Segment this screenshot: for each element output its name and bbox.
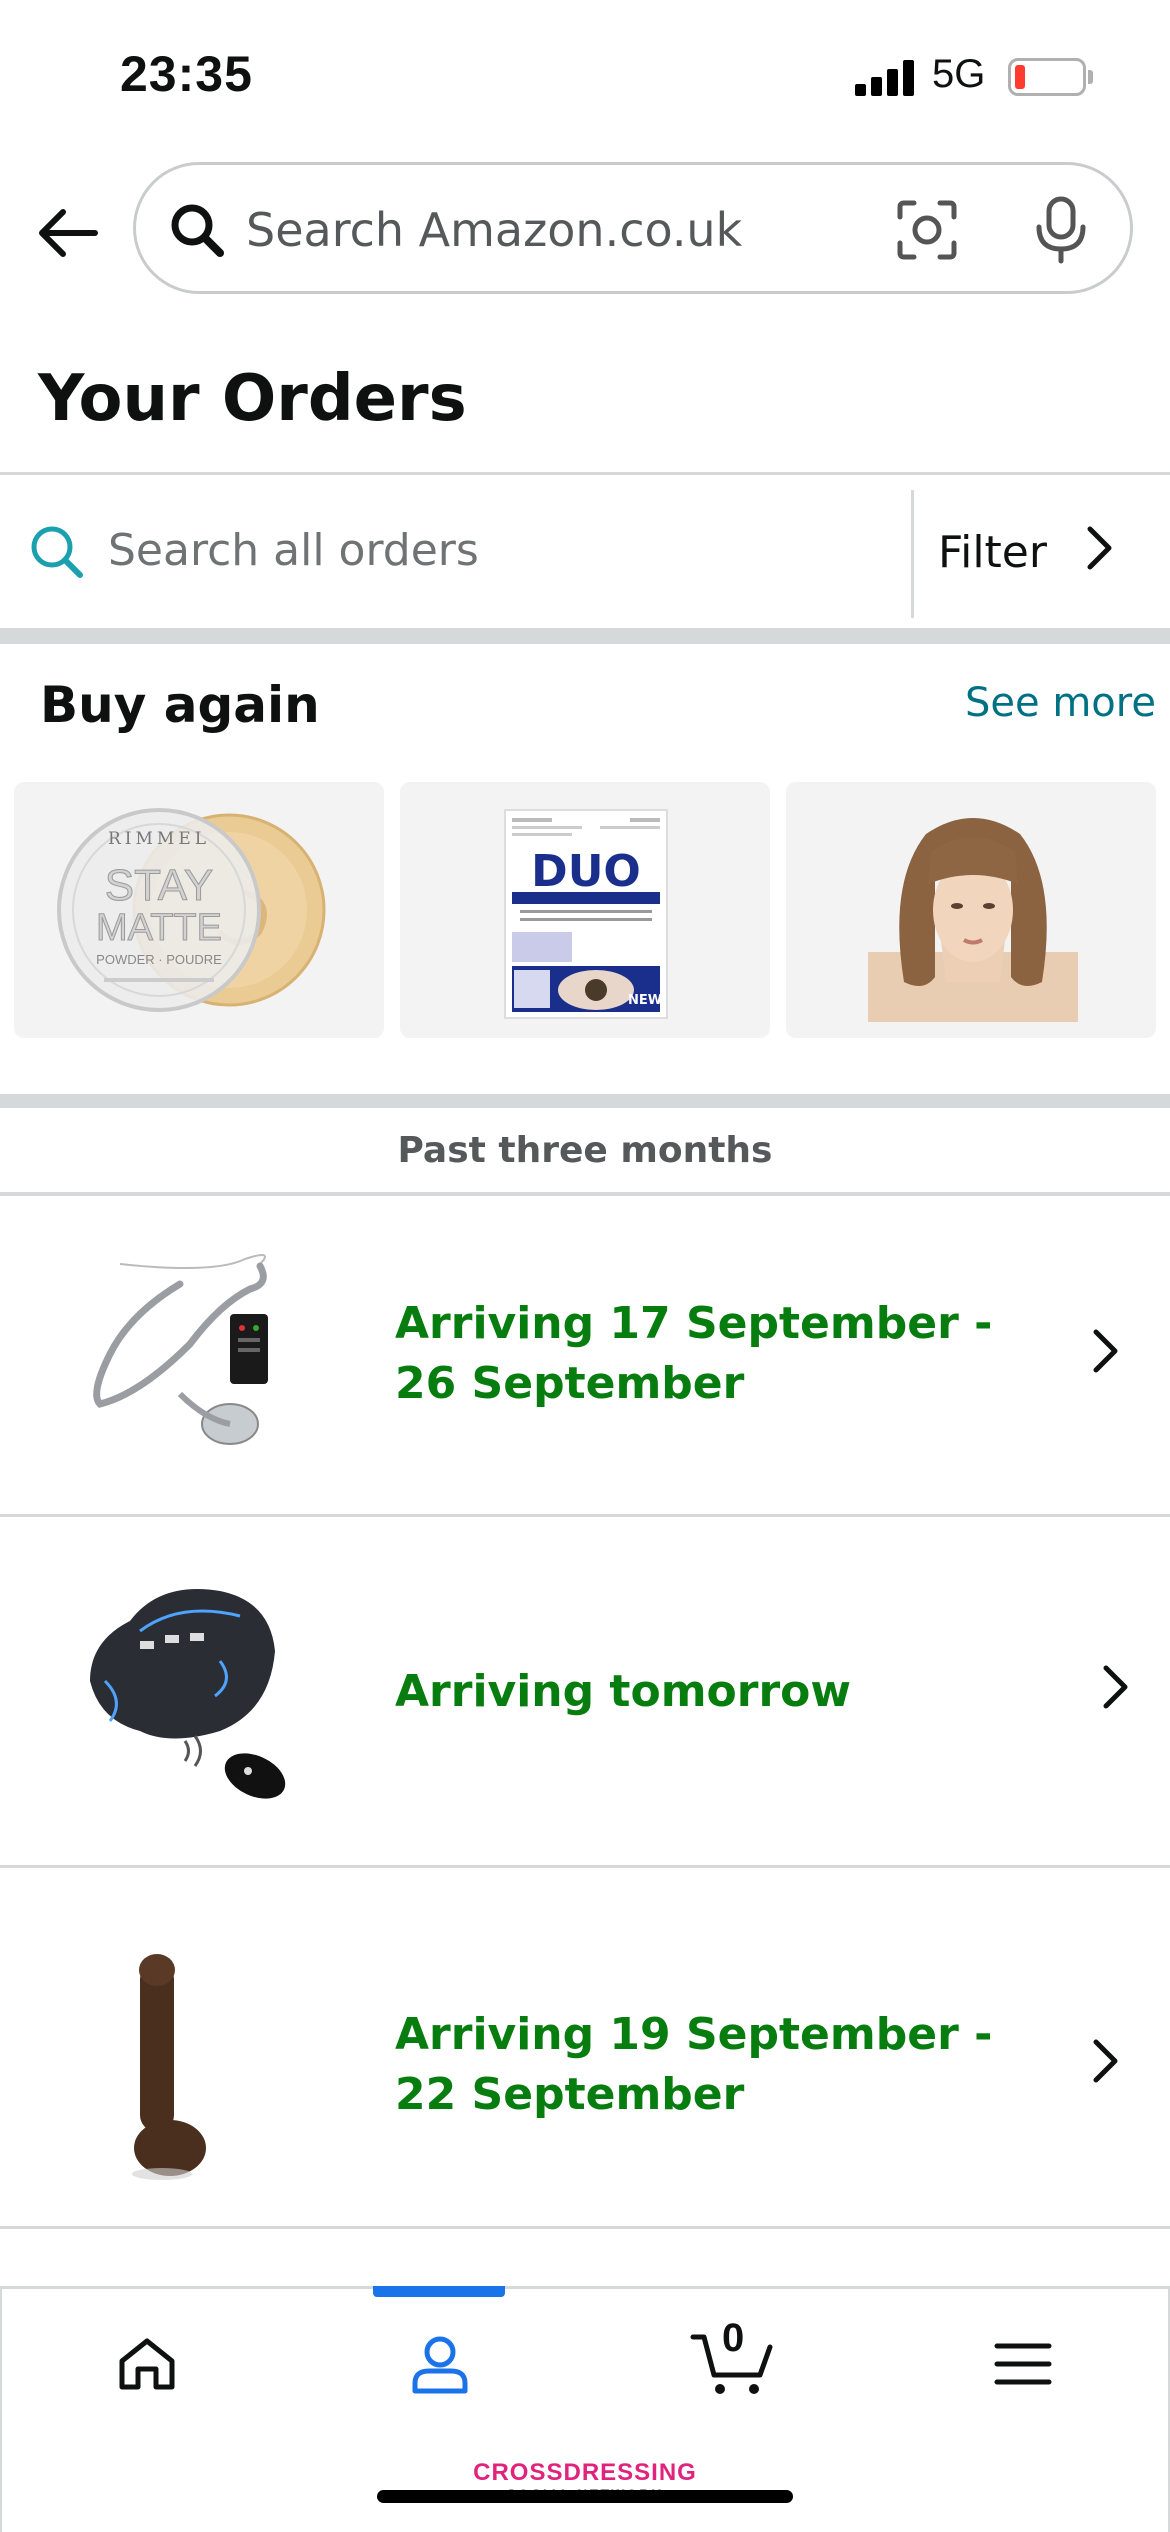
- product-image: [868, 818, 1078, 1022]
- order-row[interactable]: Arriving 17 September - 26 September: [0, 1196, 1170, 1514]
- nav-menu[interactable]: [968, 2318, 1078, 2410]
- search-icon: [171, 204, 224, 257]
- battery-tip: [1088, 70, 1093, 84]
- search-icon: [31, 526, 83, 578]
- menu-icon: [994, 2343, 1052, 2385]
- back-button[interactable]: [30, 195, 105, 270]
- buy-again-item-wig[interactable]: [786, 782, 1156, 1038]
- order-status: Arriving tomorrow: [395, 1666, 852, 1717]
- powder-line3: POWDER · POUDRE: [96, 952, 222, 967]
- order-image: [90, 1589, 286, 1799]
- watermark-main: CROSSDRESSING: [473, 2459, 697, 2486]
- page-title: Your Orders: [38, 362, 467, 436]
- network-label: 5G: [932, 52, 986, 96]
- chevron-right-icon: [1103, 1665, 1128, 1709]
- order-row[interactable]: Arriving tomorrow: [0, 1517, 1170, 1865]
- divider: [0, 2226, 1170, 2229]
- arrow-left-icon: [38, 208, 98, 257]
- powder-line2: MATTE: [96, 907, 222, 949]
- chevron-right-icon: [1093, 1329, 1118, 1373]
- status-time: 23:35: [120, 46, 253, 102]
- nav-account[interactable]: [385, 2318, 495, 2410]
- order-status: Arriving 19 September - 22 September: [395, 2009, 993, 2120]
- status-bar: 23:35 5G: [0, 0, 1170, 150]
- home-indicator: [377, 2490, 793, 2503]
- nav-home[interactable]: [92, 2318, 202, 2410]
- microphone-icon[interactable]: [1031, 195, 1091, 265]
- buy-again-item-powder[interactable]: RIMMEL STAY MATTE POWDER · POUDRE: [14, 782, 384, 1038]
- home-icon: [119, 2338, 175, 2390]
- account-icon: [412, 2336, 468, 2394]
- order-row[interactable]: Arriving 19 September - 22 September: [0, 1868, 1170, 2226]
- active-tab-indicator: [373, 2286, 505, 2297]
- chevron-right-icon: [1087, 526, 1112, 570]
- filter-button[interactable]: Filter: [914, 475, 1170, 625]
- powder-brand-text: RIMMEL: [108, 829, 210, 849]
- filter-label: Filter: [938, 527, 1047, 578]
- order-image: [132, 1954, 206, 2180]
- product-image: RIMMEL STAY MATTE POWDER · POUDRE: [57, 808, 326, 1012]
- section-header: Past three months: [397, 1130, 773, 1171]
- product-image: DUO NEW: [504, 809, 668, 1019]
- section-divider: [0, 628, 1170, 644]
- order-search-input[interactable]: [108, 517, 888, 583]
- see-more-link[interactable]: See more: [965, 680, 1156, 726]
- order-status: Arriving 17 September - 26 September: [395, 1298, 993, 1409]
- search-bar[interactable]: [133, 162, 1133, 294]
- search-input[interactable]: [246, 195, 906, 265]
- powder-line1: STAY: [105, 861, 213, 910]
- buy-again-title: Buy again: [40, 676, 320, 734]
- battery-icon: [1008, 58, 1086, 96]
- signal-icon: [855, 58, 915, 96]
- section-divider: [0, 1094, 1170, 1108]
- lash-badge: NEW: [628, 993, 662, 1008]
- camera-search-icon[interactable]: [896, 199, 958, 261]
- buy-again-item-lash-glue[interactable]: DUO NEW: [400, 782, 770, 1038]
- order-image: [93, 1254, 268, 1445]
- lash-brand-text: DUO: [531, 846, 641, 897]
- chevron-right-icon: [1093, 2039, 1118, 2083]
- order-search-bar[interactable]: [0, 475, 912, 625]
- cart-count-badge: 0: [722, 2316, 745, 2360]
